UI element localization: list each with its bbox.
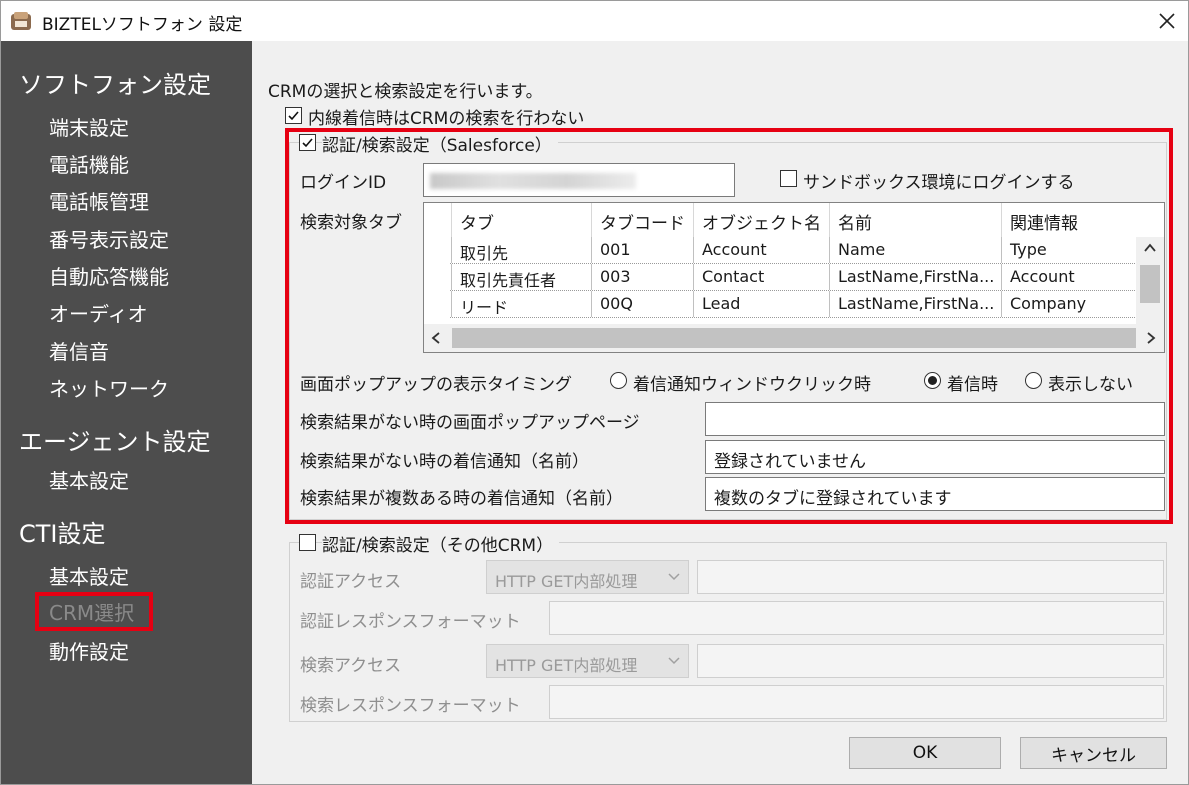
skip-search-label: 内線着信時はCRMの検索を行わない — [308, 109, 585, 129]
other-crm-checkbox[interactable] — [299, 534, 316, 551]
search-access-select-value: HTTP GET内部処理 — [495, 656, 638, 675]
auth-access-select[interactable]: HTTP GET内部処理 — [486, 560, 689, 594]
sidebar-item-cti-basic[interactable]: 基本設定 — [49, 561, 129, 590]
auth-access-select-value: HTTP GET内部処理 — [495, 572, 638, 591]
sidebar-item-auto-answer[interactable]: 自動応答機能 — [49, 261, 169, 290]
other-crm-group-label: 認証/検索設定（その他CRM） — [322, 531, 560, 556]
sidebar-heading-cti: CTI設定 — [19, 520, 106, 548]
settings-window: BIZTELソフトフォン 設定 ソフトフォン設定 端末設定 電話機能 電話帳管理… — [0, 0, 1189, 785]
crm-select-highlight — [35, 592, 153, 631]
salesforce-highlight — [285, 128, 1173, 524]
sidebar-heading-softphone: ソフトフォン設定 — [19, 71, 211, 99]
sidebar-item-operation[interactable]: 動作設定 — [49, 636, 129, 665]
auth-response-field[interactable] — [549, 601, 1164, 635]
sidebar: ソフトフォン設定 端末設定 電話機能 電話帳管理 番号表示設定 自動応答機能 オ… — [1, 41, 252, 784]
close-icon — [1159, 13, 1175, 29]
sidebar-item-network[interactable]: ネットワーク — [49, 373, 169, 402]
cancel-button[interactable]: キャンセル — [1020, 737, 1167, 769]
auth-access-url-field[interactable] — [697, 560, 1164, 594]
search-access-label: 検索アクセス — [300, 656, 402, 676]
search-access-select[interactable]: HTTP GET内部処理 — [486, 644, 689, 678]
sidebar-item-ringtone[interactable]: 着信音 — [49, 336, 109, 365]
skip-search-checkbox[interactable] — [285, 107, 302, 124]
sidebar-item-audio[interactable]: オーディオ — [49, 298, 148, 327]
window-title: BIZTELソフトフォン 設定 — [42, 15, 243, 35]
close-button[interactable] — [1151, 5, 1183, 37]
chevron-down-icon — [668, 573, 680, 581]
intro-text: CRMの選択と検索設定を行います。 — [268, 82, 543, 102]
sidebar-item-number-display[interactable]: 番号表示設定 — [49, 224, 169, 253]
sidebar-item-phone-functions[interactable]: 電話機能 — [49, 149, 129, 178]
sidebar-heading-agent: エージェント設定 — [19, 428, 211, 456]
auth-access-label: 認証アクセス — [300, 572, 402, 592]
sidebar-item-agent-basic[interactable]: 基本設定 — [49, 465, 129, 494]
content-panel: CRMの選択と検索設定を行います。 内線着信時はCRMの検索を行わない 認証/検… — [252, 41, 1188, 784]
sidebar-item-phonebook[interactable]: 電話帳管理 — [49, 186, 149, 215]
auth-response-label: 認証レスポンスフォーマット — [300, 612, 521, 632]
title-bar: BIZTELソフトフォン 設定 — [1, 1, 1188, 41]
checkbox-checked-icon — [288, 111, 299, 121]
sidebar-item-terminal[interactable]: 端末設定 — [49, 112, 129, 141]
search-response-label: 検索レスポンスフォーマット — [300, 696, 521, 716]
search-access-url-field[interactable] — [697, 644, 1164, 678]
ok-button[interactable]: OK — [849, 737, 1001, 769]
app-icon — [11, 12, 31, 30]
chevron-down-icon — [668, 657, 680, 665]
search-response-field[interactable] — [549, 685, 1164, 719]
